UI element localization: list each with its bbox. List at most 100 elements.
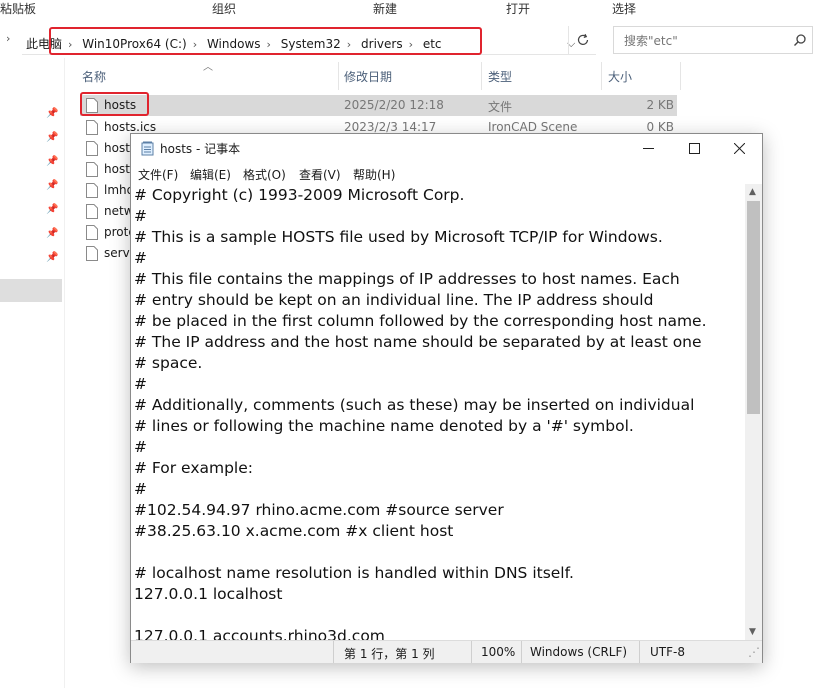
notepad-title: hosts - 记事本 bbox=[160, 142, 241, 156]
search-box[interactable] bbox=[613, 26, 813, 54]
ribbon-group-labels: 粘贴板 组织 新建 打开 选择 bbox=[0, 0, 813, 18]
pin-icon[interactable]: 📌 bbox=[46, 252, 58, 263]
status-divider bbox=[471, 641, 472, 663]
text-line: # This is a sample HOSTS file used by Mi… bbox=[134, 228, 663, 246]
pin-icon[interactable]: 📌 bbox=[46, 204, 58, 215]
scrollbar-thumb[interactable] bbox=[747, 201, 760, 414]
text-line: # Additionally, comments (such as these)… bbox=[134, 396, 695, 414]
notepad-status-bar: 第 1 行，第 1 列 100% Windows (CRLF) UTF-8 ⋰ bbox=[131, 640, 762, 663]
ribbon-new-label: 新建 bbox=[373, 2, 398, 16]
ribbon-select-label: 选择 bbox=[612, 2, 637, 16]
text-line: 127.0.0.1 localhost bbox=[134, 585, 283, 603]
column-header-size[interactable]: 大小 bbox=[608, 68, 632, 98]
pin-icon[interactable]: 📌 bbox=[46, 180, 58, 191]
text-line: # bbox=[134, 207, 147, 225]
minimize-button[interactable] bbox=[625, 134, 671, 162]
text-line: # be placed in the first column followed… bbox=[134, 312, 707, 330]
text-line: # bbox=[134, 249, 147, 267]
scroll-up-icon[interactable]: ▲ bbox=[749, 187, 756, 197]
column-header-type[interactable]: 类型 bbox=[488, 68, 512, 98]
notepad-title-bar[interactable]: hosts - 记事本 bbox=[131, 134, 762, 162]
menu-format[interactable]: 格式(O) bbox=[243, 166, 286, 183]
resize-grip-icon[interactable]: ⋰ bbox=[748, 645, 760, 661]
file-icon bbox=[86, 225, 98, 240]
close-button[interactable] bbox=[716, 134, 762, 162]
scroll-down-icon[interactable]: ▼ bbox=[749, 627, 756, 637]
text-line: #102.54.94.97 rhino.acme.com #source ser… bbox=[134, 501, 504, 519]
maximize-button[interactable] bbox=[671, 134, 717, 162]
column-divider[interactable] bbox=[601, 62, 602, 90]
close-icon bbox=[733, 142, 745, 154]
text-line: # space. bbox=[134, 354, 203, 372]
status-divider bbox=[333, 641, 334, 663]
file-icon bbox=[86, 141, 98, 156]
column-divider[interactable] bbox=[338, 62, 339, 90]
notepad-menu-bar: 文件(F) 编辑(E) 格式(O) 查看(V) 帮助(H) bbox=[131, 162, 762, 184]
status-encoding: UTF-8 bbox=[650, 645, 685, 659]
status-divider bbox=[521, 641, 522, 663]
status-divider bbox=[639, 641, 640, 663]
text-line: # Copyright (c) 1993-2009 Microsoft Corp… bbox=[134, 186, 465, 204]
text-line: # lines or following the machine name de… bbox=[134, 417, 634, 435]
file-icon bbox=[86, 183, 98, 198]
file-type: 文件 bbox=[488, 100, 513, 114]
text-line: #38.25.63.10 x.acme.com #x client host bbox=[134, 522, 454, 540]
menu-file[interactable]: 文件(F) bbox=[138, 166, 178, 183]
search-input[interactable] bbox=[622, 32, 786, 50]
status-cursor-position: 第 1 行，第 1 列 bbox=[344, 647, 435, 661]
file-size: 2 KB bbox=[646, 98, 674, 112]
text-line: 127.0.0.1 accounts.rhino3d.com bbox=[134, 627, 385, 640]
sort-ascending-icon: ︿ bbox=[203, 62, 213, 73]
ribbon-organize-label: 组织 bbox=[212, 2, 237, 16]
hosts-highlight-box bbox=[80, 92, 149, 116]
pin-icon[interactable]: 📌 bbox=[46, 156, 58, 167]
text-line: # bbox=[134, 480, 147, 498]
navigation-pane: 📌 📌 📌 📌 📌 📌 📌 bbox=[0, 58, 64, 688]
file-icon bbox=[86, 246, 98, 261]
minimize-icon bbox=[642, 147, 654, 149]
vertical-scrollbar[interactable]: ▲ ▼ bbox=[745, 184, 762, 640]
address-row: › 此电脑 › Win10Prox64 (C:) › Windows › System… bbox=[0, 22, 813, 58]
file-modified: 2023/2/3 14:17 bbox=[344, 120, 437, 134]
column-divider[interactable] bbox=[481, 62, 482, 90]
column-divider[interactable] bbox=[680, 62, 681, 90]
menu-help[interactable]: 帮助(H) bbox=[353, 166, 395, 183]
text-line: # localhost name resolution is handled w… bbox=[134, 564, 574, 582]
address-highlight-box bbox=[49, 27, 482, 55]
menu-edit[interactable]: 编辑(E) bbox=[190, 166, 231, 183]
pin-icon[interactable]: 📌 bbox=[46, 228, 58, 239]
refresh-icon bbox=[577, 33, 589, 45]
file-size: 0 KB bbox=[646, 120, 674, 134]
search-icon[interactable] bbox=[793, 33, 807, 47]
text-line: # For example: bbox=[134, 459, 253, 477]
notepad-app-icon bbox=[141, 141, 154, 156]
ribbon-open-label: 打开 bbox=[506, 2, 531, 16]
pin-icon[interactable]: 📌 bbox=[46, 132, 58, 143]
notepad-text-area[interactable]: # Copyright (c) 1993-2009 Microsoft Corp… bbox=[131, 184, 745, 640]
file-modified: 2025/2/20 12:18 bbox=[344, 98, 444, 112]
status-line-ending: Windows (CRLF) bbox=[530, 645, 628, 659]
menu-view[interactable]: 查看(V) bbox=[299, 166, 341, 183]
refresh-button[interactable] bbox=[568, 26, 597, 54]
address-bar[interactable]: 此电脑 › Win10Prox64 (C:) › Windows › System32… bbox=[22, 26, 596, 55]
nav-selected-item[interactable] bbox=[0, 279, 62, 302]
file-icon bbox=[86, 204, 98, 219]
text-line: # This file contains the mappings of IP … bbox=[134, 270, 680, 288]
text-line: # bbox=[134, 375, 147, 393]
ribbon-paste-label: 粘贴板 bbox=[0, 2, 37, 16]
notepad-window: hosts - 记事本 文件(F) 编辑(E) 格式(O) 查看(V) 帮助(H… bbox=[130, 133, 763, 663]
column-header-modified[interactable]: 修改日期 bbox=[344, 68, 392, 98]
pin-icon[interactable]: 📌 bbox=[46, 108, 58, 119]
pane-divider[interactable] bbox=[64, 58, 65, 688]
status-zoom: 100% bbox=[481, 645, 516, 659]
maximize-icon bbox=[688, 142, 700, 154]
text-line: # bbox=[134, 438, 147, 456]
breadcrumb-overflow-icon[interactable]: › bbox=[6, 32, 10, 45]
text-line: # The IP address and the host name shoul… bbox=[134, 333, 702, 351]
text-line: # entry should be kept on an individual … bbox=[134, 291, 654, 309]
file-name: hosts.ics bbox=[104, 120, 157, 134]
file-icon bbox=[86, 162, 98, 177]
file-icon bbox=[86, 120, 98, 135]
file-type: IronCAD Scene bbox=[488, 120, 578, 134]
file-row-hosts[interactable]: hosts 2025/2/20 12:18 文件 2 KB bbox=[80, 95, 677, 116]
